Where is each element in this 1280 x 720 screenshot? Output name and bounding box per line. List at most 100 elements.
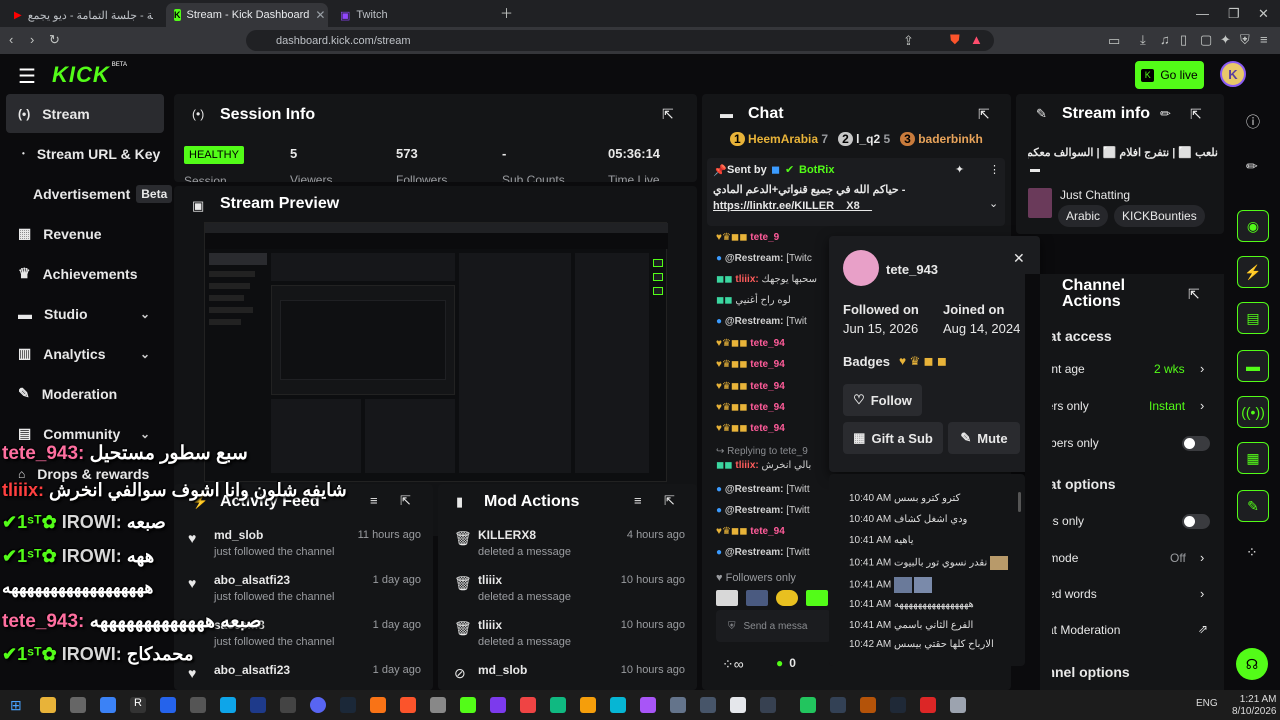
list-item[interactable]: ⊘ md_slob 10 hours ago: [438, 659, 697, 689]
back-icon[interactable]: ‹: [9, 33, 13, 46]
pinned-message[interactable]: 📌 Sent by ◼ ✔ BotRix ✦ ⋮ - حياكم الله في…: [707, 158, 1005, 226]
user-card-username[interactable]: tete_943: [886, 262, 938, 277]
app-icon[interactable]: [830, 697, 846, 713]
clock[interactable]: 1:21 AM 8/10/2026: [1232, 694, 1277, 718]
maximize-icon[interactable]: ❐: [1228, 7, 1240, 20]
discord-icon[interactable]: [310, 697, 326, 713]
sidebar-item-achievements[interactable]: ♛ Achievements: [6, 254, 164, 293]
emote[interactable]: [746, 590, 768, 606]
pinned-link[interactable]: https://linktr.ee/KILLER__X8__: [713, 200, 872, 212]
list-item[interactable]: ♥ abo_alsatfi23 1 day ago: [174, 659, 433, 689]
chevron-down-icon[interactable]: ⌄: [989, 197, 998, 210]
infinity-icon[interactable]: ⁘∞: [722, 656, 744, 673]
setting-row[interactable]: AI Chat Moderation ⇗: [1040, 618, 1224, 650]
sidebar-item-analytics[interactable]: ▥ Analytics ⌄: [6, 334, 164, 373]
sidebar-item-studio[interactable]: ▬ Studio ⌄: [6, 294, 164, 333]
start-icon[interactable]: ⊞: [10, 697, 22, 714]
vpn-icon[interactable]: ⛨: [1240, 33, 1250, 46]
filter-icon[interactable]: ≡: [634, 493, 642, 508]
mute-button[interactable]: ✎ Mute: [948, 422, 1020, 454]
app-icon[interactable]: [890, 697, 906, 713]
go-live-button[interactable]: K Go live: [1135, 61, 1204, 89]
chat-message[interactable]: ● @Restream: [Twitt: [716, 505, 810, 516]
app-icon[interactable]: [950, 697, 966, 713]
brave-shield-icon[interactable]: ⛊: [950, 33, 960, 46]
app-icon[interactable]: [250, 697, 266, 713]
chat-message[interactable]: ● @Restream: [Twit: [716, 316, 807, 327]
subscribers-only-toggle[interactable]: [1182, 436, 1210, 451]
setting-row[interactable]: Banned words ›: [1040, 582, 1224, 614]
chat-message[interactable]: ♥♛◼◼ tete_94: [716, 338, 785, 349]
app-icon[interactable]: [550, 697, 566, 713]
stream-preview-video[interactable]: [204, 222, 668, 482]
app-icon[interactable]: [610, 697, 626, 713]
rail-button-5[interactable]: ((•)): [1237, 396, 1269, 428]
app-icon[interactable]: [800, 697, 816, 713]
chat-message[interactable]: ◼◼ tliiix: سحبها يوجهك: [716, 274, 817, 285]
rail-button-2[interactable]: ⚡: [1237, 256, 1269, 288]
gifter-2[interactable]: 2 l_q2 5: [838, 132, 890, 146]
chat-message[interactable]: ♥♛◼◼ tete_94: [716, 526, 785, 537]
kick-points[interactable]: ● 0: [776, 656, 796, 670]
download-icon[interactable]: ⤓: [1140, 33, 1146, 46]
rail-button-1[interactable]: ◉: [1237, 210, 1269, 242]
media-icon[interactable]: ♫: [1160, 33, 1170, 46]
sidebar-item-stream[interactable]: (•) Stream: [6, 94, 164, 133]
info-icon[interactable]: ⓘ: [1246, 112, 1260, 132]
edit-icon[interactable]: ✏: [1246, 158, 1258, 175]
popout-icon[interactable]: ⇱: [400, 493, 411, 509]
chat-message[interactable]: ● @Restream: [Twitt: [716, 547, 810, 558]
chat-message[interactable]: ◼◼ tliiix: بالي انخرش: [716, 460, 811, 471]
app-icon[interactable]: [860, 697, 876, 713]
app-icon[interactable]: [190, 697, 206, 713]
app-icon[interactable]: [460, 697, 476, 713]
chat-message[interactable]: ♥♛◼◼ tete_94: [716, 381, 785, 392]
popout-icon[interactable]: ⇱: [664, 493, 675, 509]
reload-icon[interactable]: ↻: [49, 33, 60, 46]
browser-tab-2[interactable]: K Stream - Kick Dashboard ✕: [166, 3, 328, 27]
chat-message[interactable]: ◼◼ لوه راح أغنيي: [716, 295, 791, 306]
category-name[interactable]: Just Chatting: [1060, 188, 1130, 202]
kick-logo[interactable]: KICK BETA: [52, 62, 127, 88]
setting-row[interactable]: Emotes only: [1040, 510, 1224, 542]
close-tab-icon[interactable]: ✕: [315, 8, 325, 22]
emote[interactable]: [776, 590, 798, 606]
sidebar-item-stream-url[interactable]: • Stream URL & Key: [6, 134, 164, 173]
sidebar-item-revenue[interactable]: ▦ Revenue: [6, 214, 164, 253]
steam-icon[interactable]: [340, 697, 356, 713]
chat-message[interactable]: ● @Restream: [Twitc: [716, 253, 812, 264]
app-icon[interactable]: [490, 697, 506, 713]
chat-message[interactable]: ♥♛◼◼ tete_94: [716, 359, 785, 370]
gifter-3[interactable]: 3 baderbinkh: [900, 132, 983, 146]
minimize-icon[interactable]: —: [1196, 7, 1209, 20]
vlc-icon[interactable]: [370, 697, 386, 713]
more-icon[interactable]: ⋮: [989, 163, 1000, 176]
avatar[interactable]: K: [1220, 61, 1246, 87]
list-item[interactable]: ♥ abo_alsatfi23 just followed the channe…: [174, 569, 433, 613]
list-item[interactable]: ♥ md_slob just followed the channel 11 h…: [174, 524, 433, 568]
popout-icon[interactable]: ⇱: [978, 106, 990, 123]
new-tab-icon[interactable]: ＋: [500, 7, 513, 20]
file-explorer-icon[interactable]: [40, 697, 56, 713]
forward-icon[interactable]: ›: [30, 33, 34, 46]
language-indicator[interactable]: ENG: [1196, 698, 1218, 709]
app-icon[interactable]: [160, 697, 176, 713]
hamburger-menu-icon[interactable]: ☰: [18, 64, 36, 89]
emote[interactable]: [806, 590, 828, 606]
app-icon[interactable]: [670, 697, 686, 713]
chat-message[interactable]: ♥♛◼◼ tete_9: [716, 232, 779, 243]
rail-button-4[interactable]: ▬: [1237, 350, 1269, 382]
app-icon[interactable]: [70, 697, 86, 713]
wallet-icon[interactable]: ▢: [1200, 33, 1212, 46]
epic-icon[interactable]: [280, 697, 296, 713]
browser-tab-1[interactable]: ▶ كما الريشة - جلسة التمامة - ديو يجمع..…: [6, 3, 161, 27]
chat-message[interactable]: ♥♛◼◼ tete_94: [716, 423, 785, 434]
rail-button-7[interactable]: ✎: [1237, 490, 1269, 522]
close-window-icon[interactable]: ✕: [1258, 7, 1269, 20]
brave-rewards-icon[interactable]: ▲: [970, 33, 983, 46]
rail-button-6[interactable]: ▦: [1237, 442, 1269, 474]
app-icon[interactable]: [100, 697, 116, 713]
list-item[interactable]: 🗑 tliiix deleted a message 10 hours ago: [438, 569, 697, 613]
follow-button[interactable]: ♡ Follow: [843, 384, 922, 416]
gifter-1[interactable]: 1 HeemArabia 7: [730, 132, 828, 146]
